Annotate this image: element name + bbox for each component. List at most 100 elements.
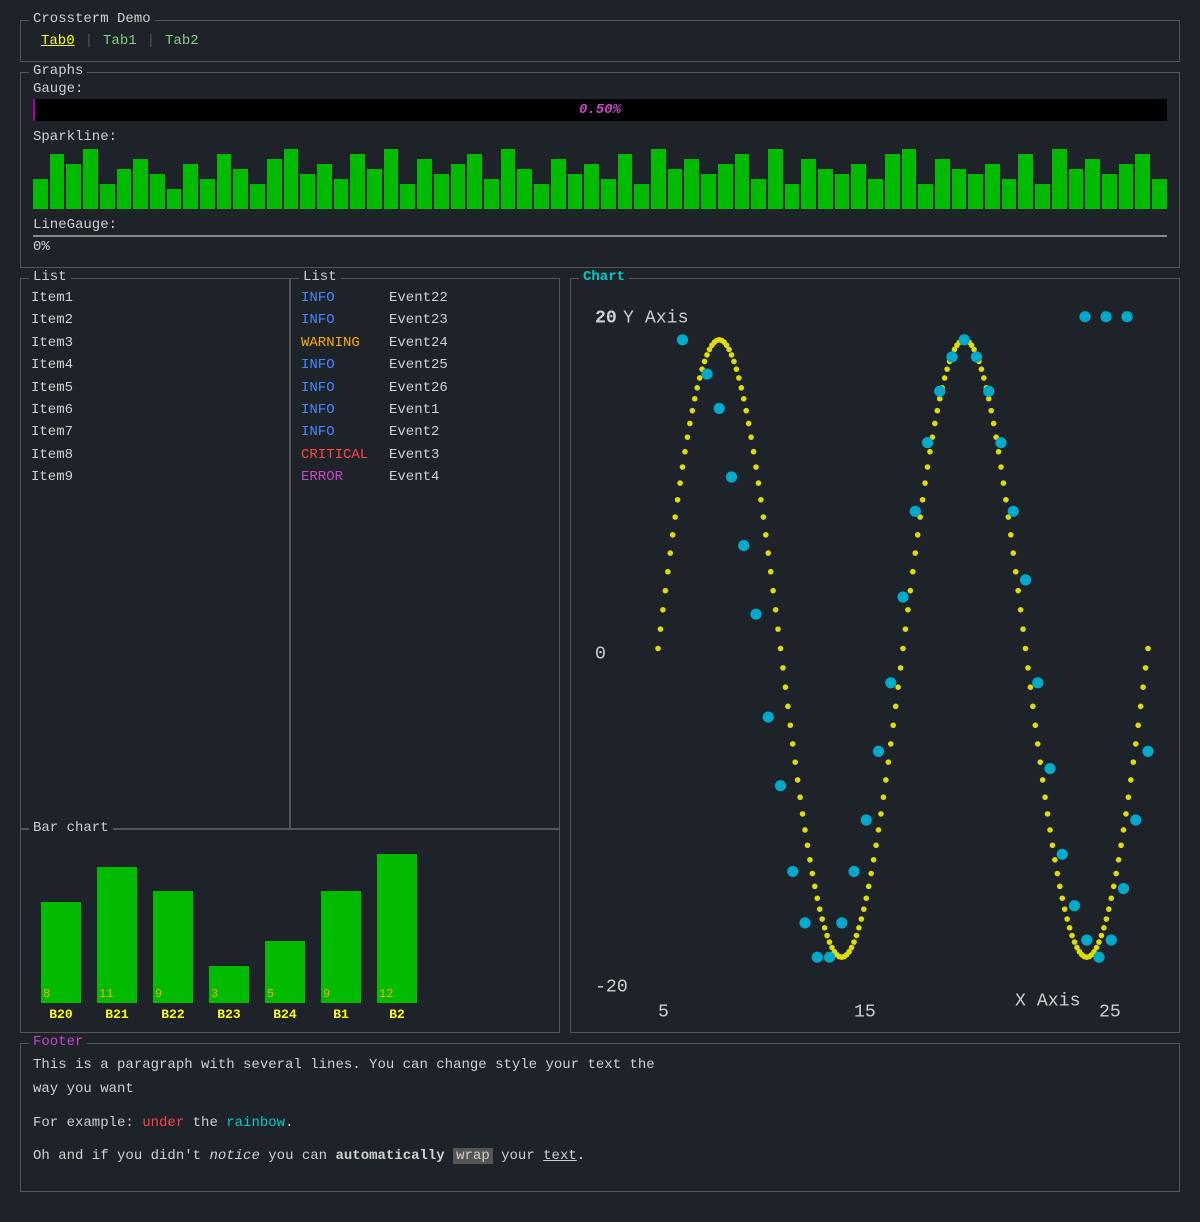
log-event: Event26 xyxy=(389,377,448,399)
yellow-dot xyxy=(758,497,764,503)
log-item: INFOEvent26 xyxy=(301,377,549,399)
sparkline-bar xyxy=(735,154,750,209)
log-item: CRITICALEvent3 xyxy=(301,444,549,466)
log-event: Event1 xyxy=(389,399,439,421)
sparkline-bar xyxy=(217,154,232,209)
tab-1[interactable]: Tab1 xyxy=(95,33,145,49)
sparkline-bar xyxy=(751,179,766,209)
lists-row: List Item1Item2Item3Item4Item5Item6Item7… xyxy=(20,278,560,829)
yellow-dot xyxy=(873,842,879,848)
footer-p2-red: under xyxy=(142,1115,184,1131)
sparkline-bar xyxy=(768,149,783,209)
yellow-dot xyxy=(827,939,833,945)
footer-section: Footer This is a paragraph with several … xyxy=(20,1043,1180,1192)
yellow-dot xyxy=(802,827,808,833)
yellow-dot xyxy=(1052,857,1058,863)
sparkline-bar xyxy=(384,149,399,209)
bar-chart-area: 8 B20 11 B21 9 B22 3 B23 5 B24 9 B1 12 B… xyxy=(31,842,549,1022)
list-item: Item7 xyxy=(31,421,279,443)
yellow-dot xyxy=(1008,532,1014,538)
footer-p2-cyan: rainbow xyxy=(226,1115,285,1131)
yellow-dot xyxy=(863,895,869,901)
sparkline-bar xyxy=(33,179,48,209)
cyan-dot xyxy=(701,369,712,380)
bar-label: B24 xyxy=(273,1007,296,1022)
yellow-dot xyxy=(756,480,762,486)
yellow-dot xyxy=(1072,939,1078,945)
cyan-dot xyxy=(738,540,749,551)
cyan-dot xyxy=(885,677,896,688)
log-event: Event24 xyxy=(389,332,448,354)
footer-p3-suffix: your xyxy=(493,1148,543,1164)
sparkline-bar xyxy=(634,184,649,209)
sparkline-bar xyxy=(902,149,917,209)
chart-section: Chart 20 Y Axis 0 -20 5 15 25 X Axis xyxy=(570,278,1180,1033)
yellow-dot xyxy=(1118,842,1124,848)
yellow-dot xyxy=(670,532,676,538)
sparkline-bar xyxy=(200,179,215,209)
yellow-dot xyxy=(851,939,857,945)
tab-0[interactable]: Tab0 xyxy=(33,33,83,49)
cyan-dot xyxy=(971,351,982,362)
sparkline-bar xyxy=(551,159,566,209)
list-item: Item9 xyxy=(31,466,279,488)
yellow-dot xyxy=(731,359,737,365)
yellow-dot xyxy=(1040,777,1046,783)
sparkline-bar xyxy=(233,169,248,209)
yellow-dot xyxy=(1064,916,1070,922)
footer-title: Footer xyxy=(29,1034,87,1050)
left-column: List Item1Item2Item3Item4Item5Item6Item7… xyxy=(20,278,560,1033)
cyan-dot xyxy=(1142,746,1153,757)
sparkline-bar xyxy=(1152,179,1167,209)
sparkline-bar xyxy=(785,184,800,209)
yellow-dot xyxy=(1062,906,1068,912)
cyan-dot xyxy=(1093,952,1104,963)
bar-chart-title: Bar chart xyxy=(29,820,113,836)
yellow-dot xyxy=(898,665,904,671)
sparkline-bar xyxy=(918,184,933,209)
yellow-dot xyxy=(667,550,673,556)
cyan-dot xyxy=(1106,934,1117,945)
linegauge-bar xyxy=(33,235,1167,237)
bar-column: 9 B1 xyxy=(321,891,361,1022)
yellow-dot xyxy=(1035,741,1041,747)
yellow-dot xyxy=(690,408,696,414)
cyan-dot xyxy=(1020,574,1031,585)
list-item-name: Item5 xyxy=(31,377,91,399)
yellow-dot xyxy=(675,497,681,503)
sparkline-bar xyxy=(651,149,666,209)
yellow-dot xyxy=(866,884,872,890)
list-item-name: Item3 xyxy=(31,332,91,354)
sparkline-bar xyxy=(701,174,716,209)
sparkline-bar xyxy=(50,154,65,209)
yellow-dot xyxy=(1025,665,1031,671)
yellow-dot xyxy=(1018,607,1024,613)
cyan-dot xyxy=(1032,677,1043,688)
yellow-dot xyxy=(1028,684,1034,690)
yellow-dot xyxy=(704,352,710,358)
yellow-dot xyxy=(773,607,779,613)
cyan-dot xyxy=(910,506,921,517)
tab-2[interactable]: Tab2 xyxy=(157,33,207,49)
app-title: Crossterm Demo xyxy=(29,11,155,27)
gauge-label: Gauge: xyxy=(33,81,1167,97)
cyan-dot xyxy=(1069,900,1080,911)
sparkline-bar xyxy=(1018,154,1033,209)
footer-p3-prefix: Oh and if you didn't xyxy=(33,1148,209,1164)
log-level: ERROR xyxy=(301,466,381,488)
cyan-dot xyxy=(934,386,945,397)
yellow-dot xyxy=(908,588,914,594)
cyan-dot xyxy=(1008,506,1019,517)
yellow-dot xyxy=(734,366,740,372)
gauge-bar: 0.50% xyxy=(33,99,1167,121)
list-item: Item3 xyxy=(31,332,279,354)
chart-inner: 20 Y Axis 0 -20 5 15 25 X Axis xyxy=(581,289,1169,1022)
footer-text: This is a paragraph with several lines. … xyxy=(33,1054,1167,1169)
svg-text:15: 15 xyxy=(854,1003,876,1022)
cyan-dot xyxy=(763,712,774,723)
bar-value: 9 xyxy=(155,987,162,1001)
yellow-dot xyxy=(795,777,801,783)
yellow-dot xyxy=(1143,665,1149,671)
sparkline-bar xyxy=(284,149,299,209)
bar-rect: 12 xyxy=(377,854,417,1003)
